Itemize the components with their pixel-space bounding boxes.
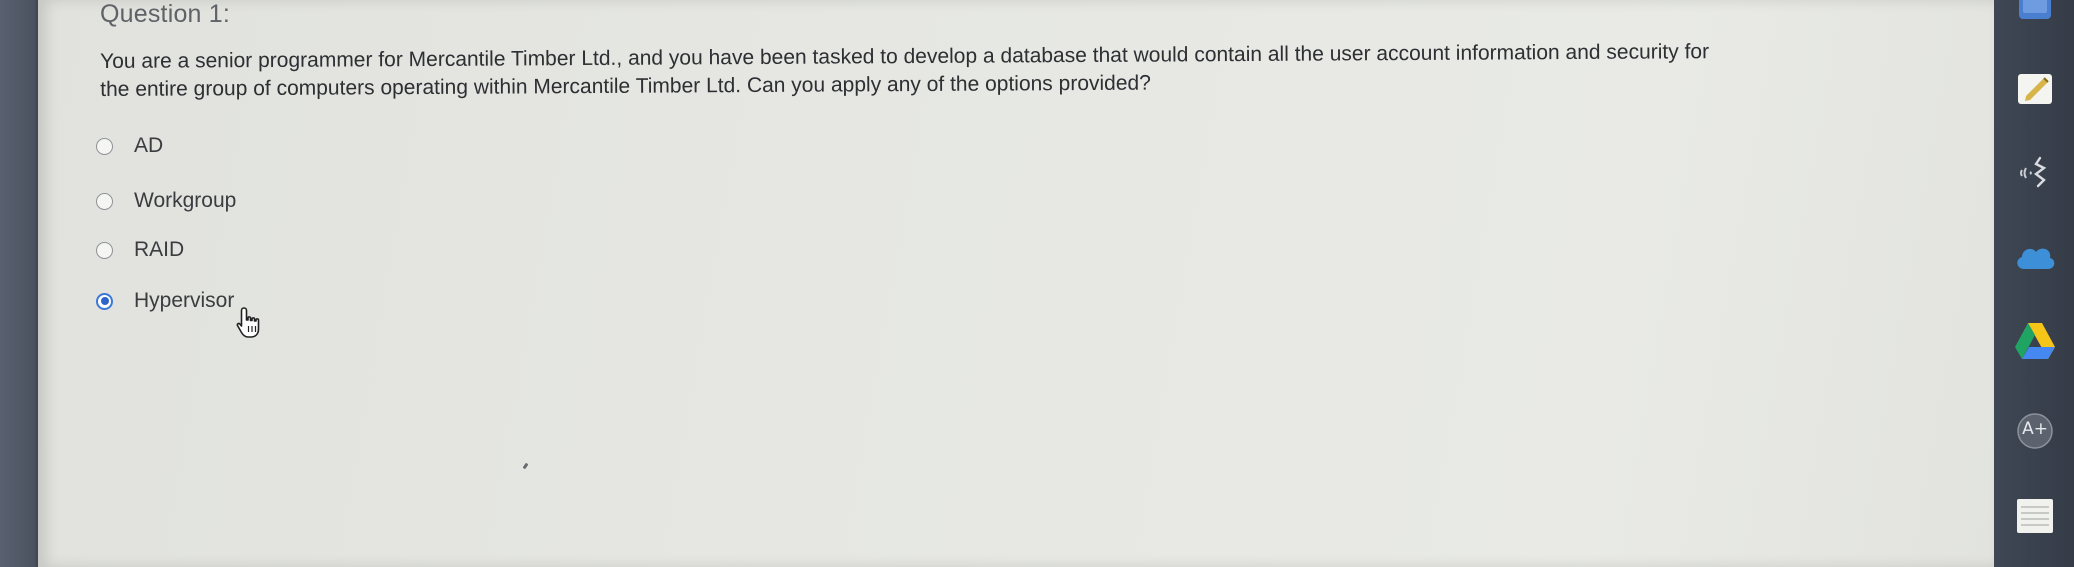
option-workgroup[interactable]: Workgroup [96,189,236,213]
google-drive-icon[interactable] [2012,318,2058,364]
app-icon[interactable] [2012,0,2058,28]
radio-raid[interactable] [96,241,113,259]
radio-hypervisor[interactable] [96,292,113,310]
question-title: Question 1: [100,0,231,28]
right-dock: A+ [1994,0,2074,567]
option-hypervisor[interactable]: Hypervisor [96,289,234,313]
option-raid[interactable]: RAID [96,238,184,262]
option-ad[interactable]: AD [96,134,163,158]
stray-mark [522,462,529,470]
option-label-hypervisor: Hypervisor [134,289,235,312]
hand-pointer-cursor-icon [236,307,260,338]
radio-workgroup[interactable] [96,192,113,210]
cloud-icon[interactable] [2012,234,2058,280]
radio-ad[interactable] [96,137,113,155]
text-size-icon[interactable]: A+ [2012,408,2058,454]
quiz-panel: Question 1: You are a senior programmer … [38,0,1994,567]
notes-icon[interactable] [2012,66,2058,112]
option-label-raid: RAID [134,238,185,261]
audio-wave-icon[interactable] [2012,150,2058,196]
text-size-label: A+ [2022,419,2048,439]
document-icon[interactable] [2012,492,2058,538]
option-label-ad: AD [134,134,164,157]
screen: Question 1: You are a senior programmer … [0,0,2074,567]
option-label-workgroup: Workgroup [134,189,237,212]
question-text: You are a senior programmer for Mercanti… [100,37,1960,104]
